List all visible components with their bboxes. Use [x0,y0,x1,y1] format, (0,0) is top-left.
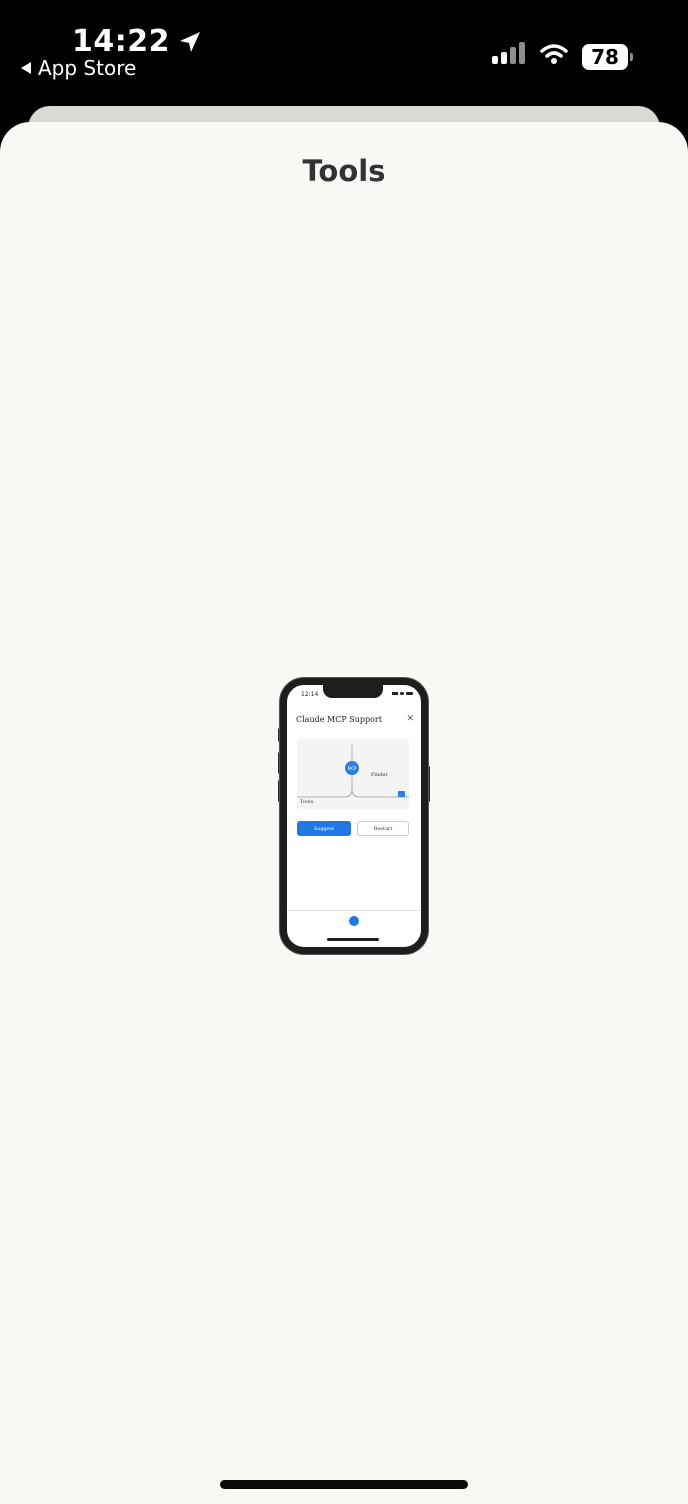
preview-node: MCP [345,761,359,775]
status-bar: 14:22 App Store 78 [0,0,688,100]
preview-home-indicator [327,938,379,941]
preview-mic-icon [349,916,359,926]
preview-bottom-label: Tools [300,799,314,805]
preview-status-icons [392,692,413,695]
phone-preview-image: 12:14 Claude MCP Support ✕ MCP Finder To… [280,678,428,954]
back-label: App Store [38,56,137,80]
preview-diagram: MCP Finder Tools [297,739,409,809]
status-indicators: 78 [492,42,633,71]
phone-notch [323,685,383,698]
back-to-app-store-link[interactable]: App Store [20,56,136,80]
preview-corner-square [398,791,405,797]
battery-indicator: 78 [582,43,633,70]
preview-title: Claude MCP Support [296,715,382,724]
location-arrow-icon [178,30,202,54]
home-indicator[interactable] [220,1480,468,1489]
wifi-icon [540,43,568,70]
time-group: 14:22 [72,24,202,59]
tools-sheet: Tools 12:14 Claude MCP Support ✕ MCP Fin… [0,122,688,1504]
sheet-title: Tools [302,154,386,188]
preview-time: 12:14 [301,691,319,698]
preview-close-icon: ✕ [406,714,414,724]
preview-right-label: Finder [371,772,388,778]
back-triangle-icon [20,61,32,75]
preview-secondary-button: Restart [357,821,409,836]
preview-divider [287,910,421,911]
preview-primary-button: Suggest [297,821,351,836]
status-time: 14:22 [72,24,170,59]
cellular-signal-icon [492,42,526,71]
